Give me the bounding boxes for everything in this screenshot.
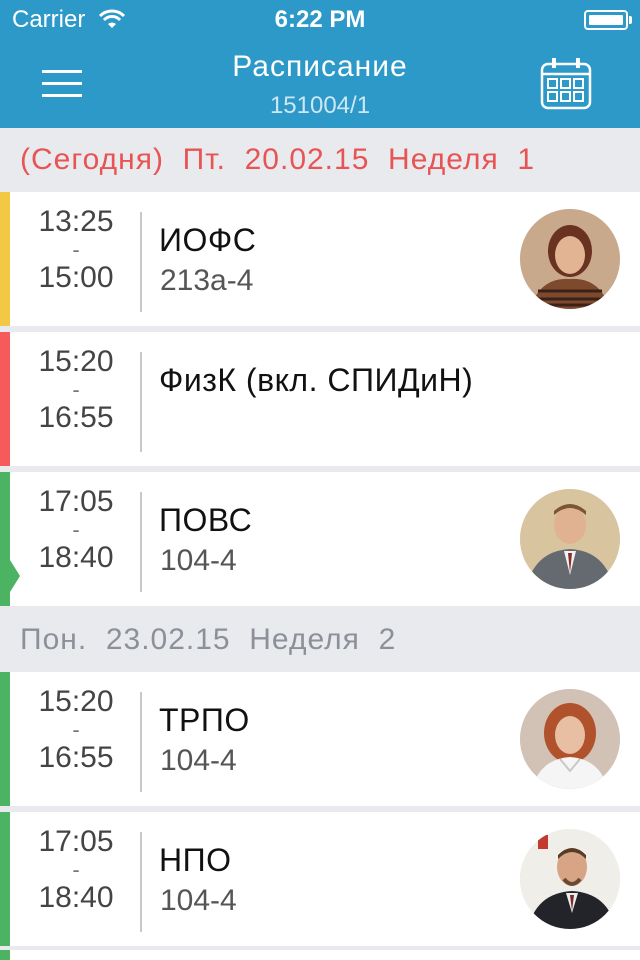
divider: [140, 212, 142, 312]
lesson-time: 17:05 - 18:40: [38, 485, 114, 574]
lesson-card[interactable]: 15:20 - 16:55 ФизК (вкл. СПИДиН): [0, 332, 640, 466]
lesson-time: 15:20 - 16:55: [38, 345, 114, 434]
lesson-card-current[interactable]: 17:05 - 18:40 ПОВС 104-4: [0, 472, 640, 606]
current-lesson-marker: [10, 560, 20, 592]
lesson-card[interactable]: 17:05 - 18:40 НПО 104-4: [0, 812, 640, 946]
calendar-icon[interactable]: [536, 54, 596, 114]
lesson-card[interactable]: 13:25 - 15:00 ИОФС 213а-4: [0, 192, 640, 326]
teacher-avatar[interactable]: [520, 489, 620, 589]
lesson-color-stripe: [0, 950, 10, 960]
lesson-color-stripe: [0, 812, 10, 946]
lesson-room: 104-4: [160, 544, 237, 577]
lesson-time: 17:05 - 18:40: [38, 825, 114, 914]
status-time: 6:22 PM: [274, 6, 366, 33]
battery-tip: [629, 16, 632, 24]
lesson-subject: ИОФС: [159, 222, 257, 258]
lesson-color-stripe: [0, 332, 10, 466]
lesson-room: 104-4: [160, 744, 237, 777]
lesson-subject: НПО: [159, 842, 232, 878]
teacher-avatar[interactable]: [520, 689, 620, 789]
lesson-color-stripe: [0, 672, 10, 806]
divider: [140, 692, 142, 792]
lesson-subject: ПОВС: [159, 502, 253, 538]
lesson-room: 213а-4: [160, 264, 254, 297]
divider: [140, 832, 142, 932]
lesson-subject: ФизК (вкл. СПИДиН): [159, 362, 474, 398]
battery-icon: [584, 10, 628, 30]
lesson-color-stripe: [0, 192, 10, 326]
lesson-time: 15:20 - 16:55: [38, 685, 114, 774]
divider: [140, 492, 142, 592]
lesson-color-stripe: [0, 472, 10, 606]
lesson-time: 13:25 - 15:00: [38, 205, 114, 294]
day-header: Пон. 23.02.15 Неделя 2: [20, 623, 397, 656]
nav-bar: Carrier 6:22 PM Расписание 151004/1: [0, 0, 640, 128]
status-bar: Carrier 6:22 PM: [0, 0, 640, 40]
lesson-room: 104-4: [160, 884, 237, 917]
lesson-subject: ТРПО: [159, 702, 250, 738]
divider: [140, 352, 142, 452]
next-lesson-card-partial: [0, 950, 640, 960]
lesson-card[interactable]: 15:20 - 16:55 ТРПО 104-4: [0, 672, 640, 806]
teacher-avatar[interactable]: [520, 829, 620, 929]
teacher-avatar[interactable]: [520, 209, 620, 309]
day-header-today: (Сегодня) Пт. 20.02.15 Неделя 1: [20, 143, 536, 176]
